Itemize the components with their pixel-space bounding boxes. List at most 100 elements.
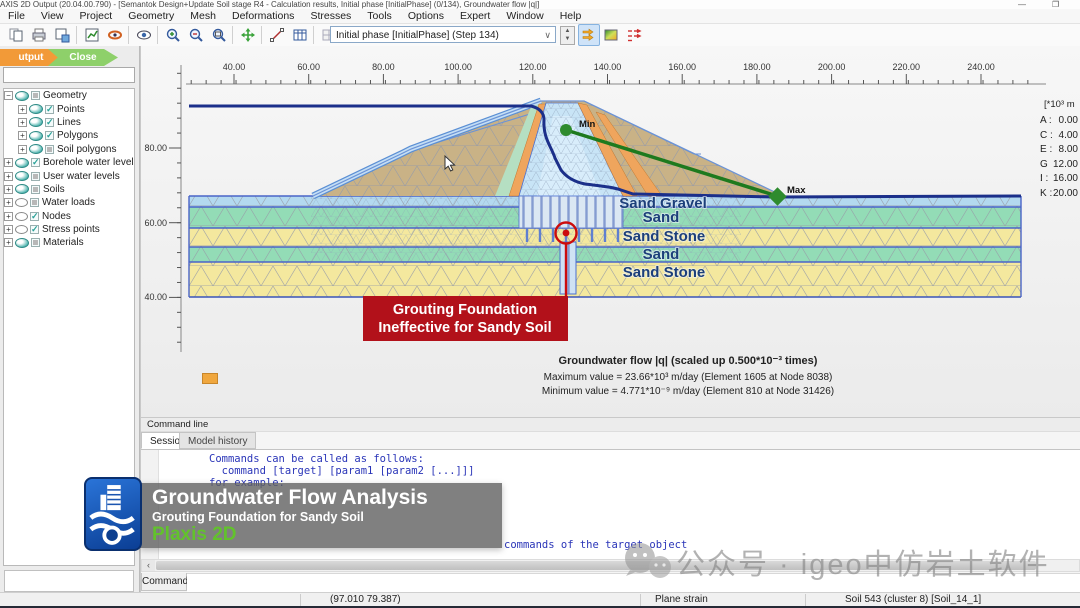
visibility-eye-icon[interactable] (29, 104, 43, 114)
title-bar: AXIS 2D Output (20.04.00.790) - [Semanto… (0, 0, 1080, 9)
tree-item-polygons[interactable]: Polygons (4, 129, 134, 142)
table-icon[interactable] (290, 25, 310, 45)
measure-icon[interactable] (267, 25, 287, 45)
expand-icon[interactable] (18, 145, 27, 154)
phase-dropdown[interactable]: Initial phase [InitialPhase] (Step 134) … (330, 26, 556, 43)
zoom-out-icon[interactable] (186, 25, 206, 45)
contour-shadings-icon[interactable] (601, 25, 621, 45)
tree-item-water-loads[interactable]: Water loads (4, 196, 134, 209)
visibility-eye-icon[interactable] (29, 117, 43, 127)
flow-arrows-icon[interactable] (578, 24, 600, 46)
node-circle-icon[interactable] (15, 212, 28, 221)
tree-item-soil-polygons[interactable]: Soil polygons (4, 143, 134, 156)
zoom-in-icon[interactable] (163, 25, 183, 45)
legend-row: C :4.00 (1040, 129, 1078, 144)
explorer-search-input[interactable] (3, 67, 135, 83)
expand-icon[interactable] (4, 212, 13, 221)
checkbox-checked[interactable] (31, 158, 40, 167)
checkbox-partial[interactable] (45, 145, 54, 154)
tree-label: Polygons (57, 130, 98, 141)
tab-model-history[interactable]: Model history (179, 432, 256, 449)
flow-legend: A :0.00 C :4.00 E :8.00 G :12.00 I :16.0… (1040, 114, 1078, 202)
checkbox-partial[interactable] (31, 238, 40, 247)
node-circle-icon[interactable] (15, 198, 28, 207)
svg-text:40.00: 40.00 (223, 62, 246, 72)
tab-command[interactable]: Command (141, 573, 187, 591)
minimize-icon[interactable]: — (1018, 0, 1026, 9)
checkbox-partial[interactable] (31, 185, 40, 194)
tab-close[interactable]: Close (48, 49, 118, 66)
menu-view[interactable]: View (33, 10, 72, 22)
legend-row: G :12.00 (1040, 158, 1078, 173)
checkbox-checked[interactable] (30, 212, 39, 221)
menu-options[interactable]: Options (400, 10, 452, 22)
status-bar: (97.010 79.387) Plane strain Soil 543 (c… (0, 592, 1080, 607)
svg-text:Sand: Sand (643, 209, 680, 226)
expand-icon[interactable] (4, 172, 13, 181)
tree-item-stress-points[interactable]: Stress points (4, 223, 134, 236)
reset-view-icon[interactable] (238, 25, 258, 45)
zoom-rectangle-icon[interactable] (209, 25, 229, 45)
export-image-icon[interactable] (52, 25, 72, 45)
visibility-eye-icon[interactable] (15, 158, 29, 168)
expand-icon[interactable] (4, 198, 13, 207)
tree-item-points[interactable]: Points (4, 102, 134, 115)
cross-section-icon[interactable] (105, 25, 125, 45)
checkbox-checked[interactable] (45, 105, 54, 114)
flow-vectors-icon[interactable] (624, 25, 644, 45)
checkbox-partial[interactable] (30, 198, 39, 207)
tree-item-lines[interactable]: Lines (4, 116, 134, 129)
legend-unit-header: [*10³ m (1044, 99, 1075, 110)
checkbox-checked[interactable] (45, 118, 54, 127)
expand-icon[interactable] (18, 118, 27, 127)
report-chart-icon[interactable] (82, 25, 102, 45)
menu-stresses[interactable]: Stresses (302, 10, 359, 22)
visibility-eye-icon[interactable] (29, 131, 43, 141)
expand-icon[interactable] (4, 185, 13, 194)
svg-text:200.00: 200.00 (818, 62, 846, 72)
visibility-eye-icon[interactable] (15, 238, 29, 248)
tree-item-nodes[interactable]: Nodes (4, 210, 134, 223)
visibility-eye-icon[interactable] (15, 91, 29, 101)
tree-item-borehole-water-levels[interactable]: Borehole water levels (4, 156, 134, 169)
menu-project[interactable]: Project (72, 10, 121, 22)
visibility-eye-icon[interactable] (29, 144, 43, 154)
visibility-eye-icon[interactable] (15, 184, 29, 194)
print-icon[interactable] (29, 25, 49, 45)
tree-item-user-water-levels[interactable]: User water levels (4, 169, 134, 182)
tree-item-soils[interactable]: Soils (4, 183, 134, 196)
tree-item-materials[interactable]: Materials (4, 236, 134, 249)
expand-icon[interactable] (18, 131, 27, 140)
hide-items-eye-icon[interactable] (134, 25, 154, 45)
menu-help[interactable]: Help (552, 10, 590, 22)
tree-item-geometry[interactable]: Geometry (4, 89, 134, 102)
menu-deformations[interactable]: Deformations (224, 10, 302, 22)
collapse-icon[interactable] (4, 91, 13, 100)
expand-icon[interactable] (4, 225, 13, 234)
node-circle-icon[interactable] (15, 225, 28, 234)
checkbox-checked[interactable] (45, 131, 54, 140)
svg-text:120.00: 120.00 (519, 62, 547, 72)
svg-text:80.00: 80.00 (144, 143, 167, 153)
visibility-eye-icon[interactable] (15, 171, 29, 181)
menu-geometry[interactable]: Geometry (120, 10, 182, 22)
checkbox-partial[interactable] (31, 172, 40, 181)
checkbox-partial[interactable] (31, 91, 40, 100)
annotation-line1: Grouting Foundation (393, 302, 537, 318)
expand-icon[interactable] (4, 158, 13, 167)
svg-text:Sand Stone: Sand Stone (623, 264, 706, 281)
menu-window[interactable]: Window (498, 10, 551, 22)
menu-mesh[interactable]: Mesh (182, 10, 224, 22)
phase-stepper[interactable]: ▲▼ (560, 26, 575, 45)
caption-max-value: Maximum value = 23.66*10³ m/day (Element… (438, 372, 938, 383)
expand-icon[interactable] (4, 238, 13, 247)
legend-row: E :8.00 (1040, 143, 1078, 158)
restore-icon[interactable]: ❐ (1052, 0, 1059, 9)
menu-expert[interactable]: Expert (452, 10, 498, 22)
scroll-left-icon[interactable]: ‹ (142, 560, 155, 571)
menu-file[interactable]: File (0, 10, 33, 22)
checkbox-checked[interactable] (30, 225, 39, 234)
copy-icon[interactable] (6, 25, 26, 45)
expand-icon[interactable] (18, 105, 27, 114)
menu-tools[interactable]: Tools (359, 10, 400, 22)
